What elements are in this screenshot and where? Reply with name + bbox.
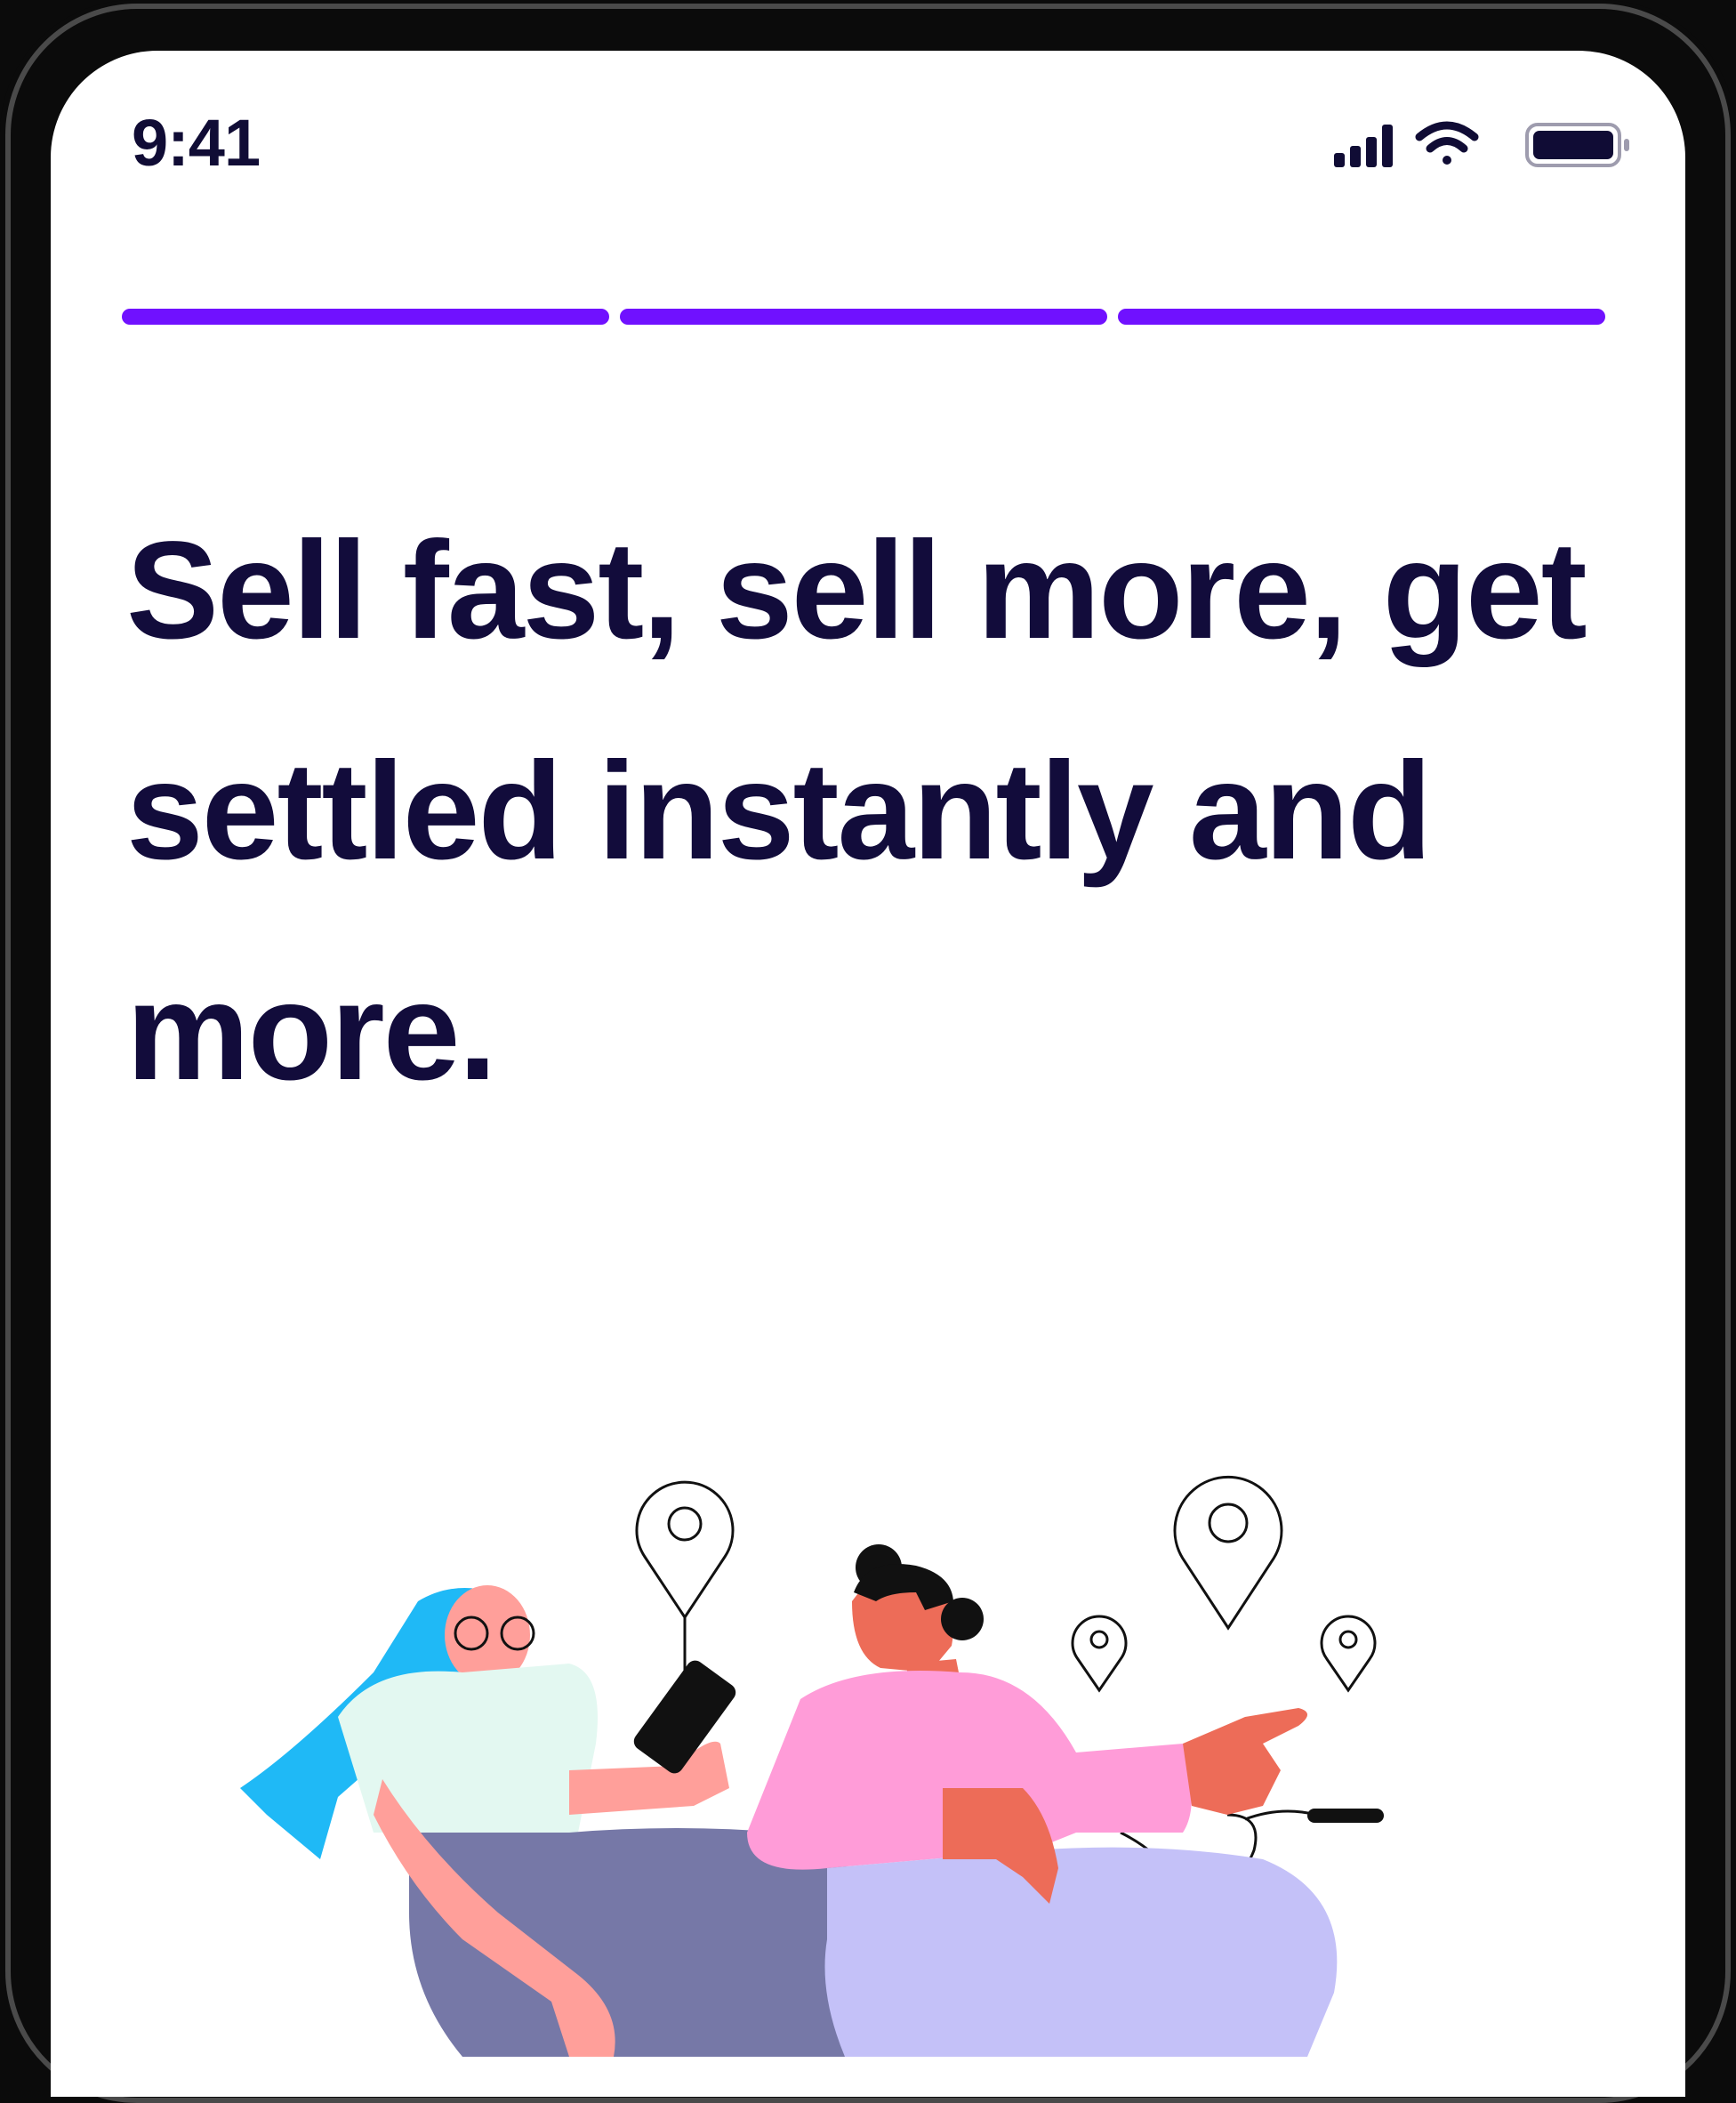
progress-step-3 [1118, 309, 1605, 325]
onboarding-headline: Sell fast, sell more, get settled instan… [126, 513, 1587, 1109]
status-bar-icons [1334, 121, 1629, 167]
progress-step-2 [620, 309, 1107, 325]
wifi-icon [1415, 121, 1479, 165]
progress-step-1 [122, 309, 609, 325]
onboarding-progress [122, 309, 1605, 326]
signal-icon [1334, 125, 1393, 167]
status-bar-time: 9:41 [132, 106, 261, 180]
battery-icon [1525, 123, 1629, 167]
